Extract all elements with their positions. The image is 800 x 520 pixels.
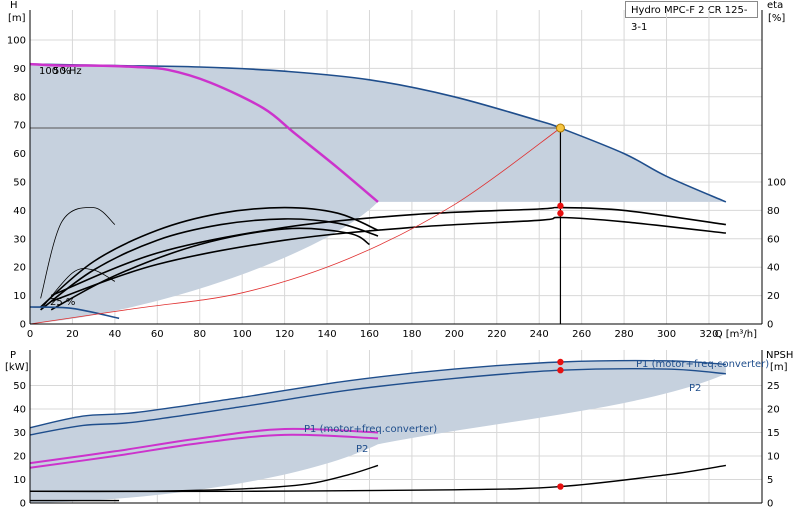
power-marker-0 — [557, 358, 564, 366]
x-tick-label: 40 — [109, 329, 122, 340]
label-p2-1pump: P2 — [356, 444, 368, 455]
npsh-tick-label: 25 — [767, 381, 780, 392]
y-axis-label-left: H — [10, 0, 18, 11]
x-tick-label: 220 — [487, 329, 506, 340]
x-tick-label: 120 — [275, 329, 294, 340]
x-tick-label: 80 — [193, 329, 206, 340]
power-marker-2 — [557, 483, 564, 490]
p-tick-label: 0 — [20, 499, 26, 510]
y-tick-label-left: 0 — [20, 320, 26, 331]
x-tick-label: 280 — [615, 329, 634, 340]
npsh-axis-label: NPSH — [766, 350, 793, 361]
y-tick-label-left: 60 — [13, 149, 26, 160]
eta-marker-0 — [557, 202, 564, 210]
label-p2-2pumps: P2 — [689, 383, 701, 394]
npsh-tick-label: 10 — [767, 452, 780, 463]
y-axis-label-right: eta — [767, 0, 783, 11]
y-tick-label-left: 20 — [13, 263, 26, 274]
y-axis-unit-left: [m] — [8, 13, 26, 24]
p-tick-label: 10 — [13, 475, 26, 486]
y-tick-label-left: 80 — [13, 92, 26, 103]
y-axis-unit-right: [%] — [768, 13, 785, 24]
p-axis-label: P — [10, 350, 16, 361]
x-tick-label: 160 — [360, 329, 379, 340]
label-p1-2pumps: P1 (motor+freq.converter) — [636, 359, 769, 370]
y-tick-label-right: 20 — [767, 291, 780, 302]
x-tick-label: 60 — [151, 329, 164, 340]
npsh-axis-unit: [m] — [770, 362, 788, 373]
y-tick-label-left: 90 — [13, 64, 26, 75]
p-axis-unit: [kW] — [5, 362, 29, 373]
annotation-50hz: 50 Hz — [53, 66, 82, 77]
y-tick-label-right: 60 — [767, 234, 780, 245]
p-tick-label: 30 — [13, 428, 26, 439]
x-tick-label: 100 — [233, 329, 252, 340]
p-tick-label: 40 — [13, 405, 26, 416]
x-axis-label: Q [m³/h] — [715, 329, 757, 340]
y-tick-label-right: 100 — [767, 178, 786, 189]
x-tick-label: 200 — [445, 329, 464, 340]
y-tick-label-right: 0 — [767, 320, 773, 331]
operating-area — [30, 64, 726, 324]
x-tick-label: 180 — [402, 329, 421, 340]
power-marker-1 — [557, 367, 564, 374]
annotation-25pct: 25 % — [50, 297, 75, 308]
eta-marker-1 — [557, 210, 564, 217]
duty-point-marker — [555, 123, 565, 133]
x-tick-label: 260 — [572, 329, 591, 340]
y-tick-label-left: 70 — [13, 121, 26, 132]
y-tick-label-right: 80 — [767, 206, 780, 217]
npsh-tick-label: 20 — [767, 405, 780, 416]
npsh-tick-label: 5 — [767, 475, 773, 486]
npsh-tick-label: 15 — [767, 428, 780, 439]
label-p1-1pump: P1 (motor+freq.converter) — [304, 424, 437, 435]
npsh-tick-label: 0 — [767, 499, 773, 510]
p-tick-label: 50 — [13, 381, 26, 392]
x-tick-label: 300 — [657, 329, 676, 340]
x-tick-label: 20 — [66, 329, 79, 340]
y-tick-label-left: 50 — [13, 178, 26, 189]
x-tick-label: 240 — [530, 329, 549, 340]
y-tick-label-right: 40 — [767, 263, 780, 274]
y-tick-label-left: 40 — [13, 206, 26, 217]
y-tick-label-left: 30 — [13, 234, 26, 245]
chart-canvas: 0 20 40 60 80 100 120 140 160 180 200 220 240 260 280 3… — [5, 0, 793, 510]
pump-performance-chart: Hydro MPC-F 2 CR 125-3-1 0 20 40 60 80 100 120… — [0, 0, 800, 520]
x-tick-label: 140 — [317, 329, 336, 340]
y-tick-label-left: 10 — [13, 291, 26, 302]
p-tick-label: 20 — [13, 452, 26, 463]
x-tick-label: 0 — [27, 329, 33, 340]
y-tick-label-left: 100 — [7, 36, 26, 47]
